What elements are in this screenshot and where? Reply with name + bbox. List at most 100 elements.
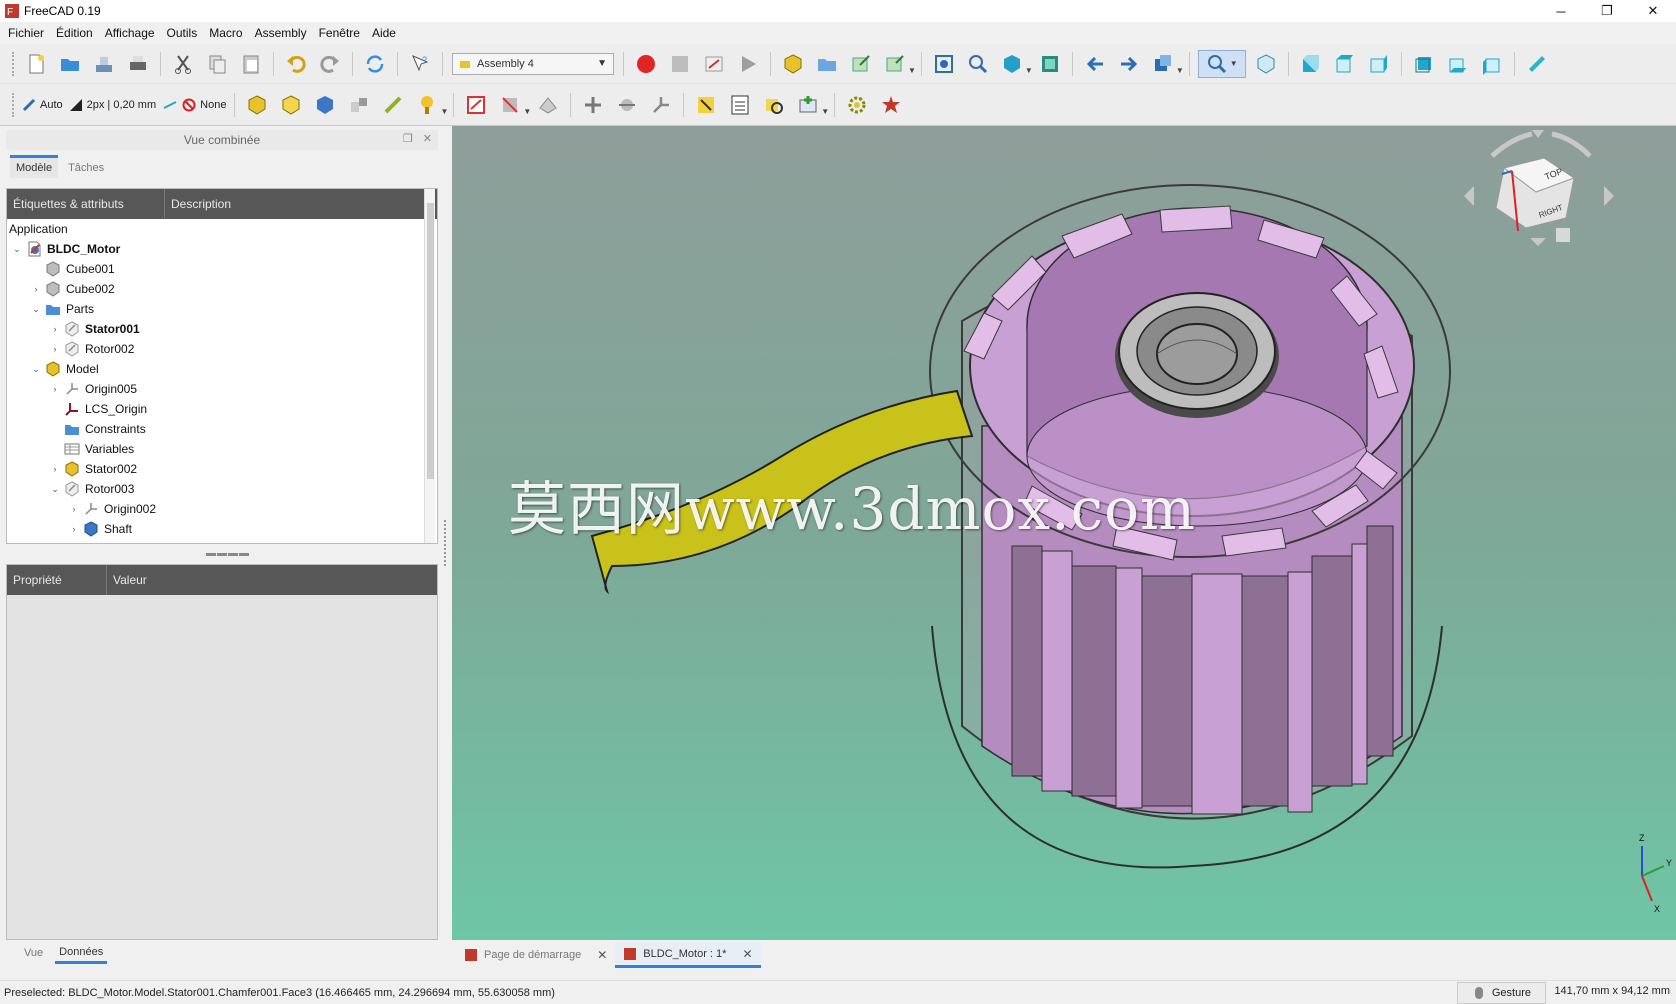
menu-edition[interactable]: Édition [50, 26, 99, 40]
tree-item-origin002[interactable]: › Origin002 [7, 499, 437, 519]
tree-item-shaft[interactable]: › Shaft [7, 519, 437, 539]
tree-item-model[interactable]: ⌄ Model [7, 359, 437, 379]
line-width-control[interactable]: 2px | 0,20 mm [69, 93, 156, 117]
property-header-value[interactable]: Valeur [107, 565, 437, 595]
sync-view-icon[interactable] [1149, 50, 1177, 78]
dropdown-arrow-icon[interactable]: ▼ [1025, 66, 1033, 75]
menu-affichage[interactable]: Affichage [99, 26, 161, 40]
paste-icon[interactable] [237, 50, 265, 78]
cut-icon[interactable] [169, 50, 197, 78]
expand-arrow-icon[interactable]: › [68, 524, 80, 534]
open-folder-icon[interactable] [56, 50, 84, 78]
minimize-button[interactable]: ─ [1538, 0, 1584, 22]
datum-point-icon[interactable] [613, 91, 641, 119]
dropdown-arrow-icon[interactable]: ▼ [821, 107, 829, 116]
doc-tab-bldc-motor[interactable]: BLDC_Motor : 1* ✕ [615, 942, 761, 968]
tree-item-lcs-origin[interactable]: LCS_Origin [7, 399, 437, 419]
dropdown-arrow-icon[interactable]: ▼ [440, 107, 448, 116]
workbench-selector[interactable]: Assembly 4 ▼ [452, 52, 614, 75]
datum-axis-icon[interactable] [579, 91, 607, 119]
draw-style-icon[interactable] [998, 50, 1026, 78]
menu-aide[interactable]: Aide [366, 26, 402, 40]
dropdown-arrow-icon[interactable]: ▼ [1176, 66, 1184, 75]
insert-link-icon[interactable] [847, 50, 875, 78]
new-document-icon[interactable] [22, 50, 50, 78]
tree-item-stator002[interactable]: › Stator002 [7, 459, 437, 479]
isometric-view-icon[interactable] [1252, 50, 1280, 78]
tree-header-description[interactable]: Description [165, 189, 437, 219]
new-group-icon[interactable] [813, 50, 841, 78]
dropdown-arrow-icon[interactable]: ▼ [908, 66, 916, 75]
navigation-cube[interactable]: TOP RIGHT [1464, 130, 1614, 246]
add-variable-icon[interactable] [794, 91, 822, 119]
tree-item-stator001[interactable]: › Stator001 [7, 319, 437, 339]
forward-arrow-icon[interactable] [1115, 50, 1143, 78]
collapse-arrow-icon[interactable]: ⌄ [49, 484, 61, 495]
doc-tab-start-page[interactable]: Page de démarrage ✕ [456, 942, 615, 968]
fit-selection-icon[interactable] [964, 50, 992, 78]
import-part-icon[interactable] [881, 50, 909, 78]
tree-item-rotor003[interactable]: ⌄ Rotor003 [7, 479, 437, 499]
new-sketch-icon[interactable] [462, 91, 490, 119]
tree-item-constraints[interactable]: Constraints [7, 419, 437, 439]
close-button[interactable]: ✕ [1630, 0, 1676, 22]
restore-button[interactable]: ❐ [1584, 0, 1630, 22]
check-interference-icon[interactable] [760, 91, 788, 119]
draw-mode-control[interactable]: Auto [22, 93, 63, 117]
tree-item-bldc-motor[interactable]: ⌄ BLDC_Motor [7, 239, 437, 259]
collapse-arrow-icon[interactable]: ⌄ [30, 304, 42, 315]
tree-header-labels[interactable]: Étiquettes & attributs [7, 189, 165, 219]
tree-item-parts[interactable]: ⌄ Parts [7, 299, 437, 319]
expand-arrow-icon[interactable]: › [30, 284, 42, 294]
print-icon[interactable] [124, 50, 152, 78]
new-body-icon[interactable] [277, 91, 305, 119]
select-variants-icon[interactable] [692, 91, 720, 119]
fit-all-icon[interactable] [930, 50, 958, 78]
datum-plane-icon[interactable] [534, 91, 562, 119]
undo-icon[interactable] [282, 50, 310, 78]
tab-donnees[interactable]: Données [55, 943, 108, 964]
tree-item-cube001[interactable]: Cube001 [7, 259, 437, 279]
bottom-view-icon[interactable] [1444, 50, 1472, 78]
front-view-icon[interactable] [1297, 50, 1325, 78]
close-tab-icon[interactable]: ✕ [742, 947, 752, 961]
tab-modele[interactable]: Modèle [10, 155, 59, 178]
float-panel-icon[interactable]: ❐ [403, 132, 413, 145]
solve-assembly-icon[interactable] [843, 91, 871, 119]
dock-splitter[interactable] [444, 520, 447, 566]
parts-list-icon[interactable] [726, 91, 754, 119]
right-view-icon[interactable] [1365, 50, 1393, 78]
macro-play-icon[interactable] [734, 50, 762, 78]
refresh-icon[interactable] [361, 50, 389, 78]
tree-item-origin005[interactable]: › Origin005 [7, 379, 437, 399]
expand-arrow-icon[interactable]: › [49, 464, 61, 474]
tree-scrollbar[interactable] [424, 189, 435, 543]
scrollbar-thumb[interactable] [427, 203, 434, 479]
tab-taches[interactable]: Tâches [62, 158, 110, 178]
expand-arrow-icon[interactable]: › [68, 504, 80, 514]
lcs-icon[interactable] [647, 91, 675, 119]
collapse-arrow-icon[interactable]: ⌄ [11, 244, 23, 255]
menu-assembly[interactable]: Assembly [249, 26, 313, 40]
panel-splitter[interactable]: ▬▬▬▬ [206, 548, 250, 559]
tree-item-rotor002[interactable]: › Rotor002 [7, 339, 437, 359]
back-arrow-icon[interactable] [1081, 50, 1109, 78]
menu-fenetre[interactable]: Fenêtre [313, 26, 366, 40]
save-icon[interactable] [90, 50, 118, 78]
place-link-icon[interactable] [379, 91, 407, 119]
animate-icon[interactable] [877, 91, 905, 119]
tree-item-application[interactable]: Application [7, 219, 437, 239]
redo-icon[interactable] [316, 50, 344, 78]
collapse-arrow-icon[interactable]: ⌄ [30, 364, 42, 375]
expand-arrow-icon[interactable]: › [49, 384, 61, 394]
measure-icon[interactable] [1523, 50, 1551, 78]
macro-record-icon[interactable] [632, 50, 660, 78]
macro-stop-icon[interactable] [666, 50, 694, 78]
menu-fichier[interactable]: Fichier [2, 26, 50, 40]
toolbar-grip[interactable] [12, 51, 15, 76]
dropdown-arrow-icon[interactable]: ▼ [523, 107, 531, 116]
tree-item-cube002[interactable]: › Cube002 [7, 279, 437, 299]
macro-edit-icon[interactable] [700, 50, 728, 78]
expand-arrow-icon[interactable]: › [49, 324, 61, 334]
tab-vue[interactable]: Vue [20, 944, 47, 962]
